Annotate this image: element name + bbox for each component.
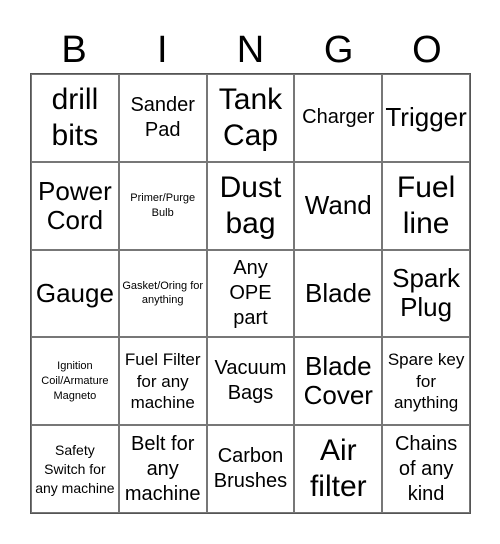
header-letter-o: O bbox=[412, 29, 442, 71]
bingo-cell[interactable]: Belt for any machine bbox=[118, 425, 207, 513]
bingo-cell[interactable]: Any OPE part bbox=[206, 249, 295, 338]
header-letter-b: B bbox=[61, 29, 87, 71]
bingo-cell[interactable]: Trigger bbox=[382, 74, 470, 162]
bingo-cell[interactable]: Power Cord bbox=[31, 161, 119, 250]
bingo-cell[interactable]: Spark Plug bbox=[382, 249, 470, 338]
bingo-cell[interactable]: Air filter bbox=[294, 425, 383, 513]
bingo-cell[interactable]: Blade Cover bbox=[294, 337, 383, 426]
bingo-cell[interactable]: Gauge bbox=[31, 249, 119, 338]
bingo-cell[interactable]: Sander Pad bbox=[118, 74, 207, 162]
bingo-cell[interactable]: Charger bbox=[294, 74, 383, 162]
bingo-grid: drill bits Sander Pad Tank Cap Charger T… bbox=[30, 73, 471, 514]
bingo-cell[interactable]: Fuel line bbox=[382, 161, 470, 250]
bingo-cell[interactable]: Safety Switch for any machine bbox=[31, 425, 119, 513]
bingo-cell[interactable]: Tank Cap bbox=[206, 74, 295, 162]
bingo-cell[interactable]: Vacuum Bags bbox=[206, 337, 295, 426]
bingo-cell[interactable]: Chains of any kind bbox=[382, 425, 470, 513]
bingo-cell[interactable]: Wand bbox=[294, 161, 383, 250]
header-letter-n: N bbox=[236, 29, 265, 71]
header-letter-i: I bbox=[157, 29, 168, 71]
bingo-cell[interactable]: Carbon Brushes bbox=[206, 425, 295, 513]
header-letter-g: G bbox=[323, 29, 354, 71]
bingo-cell[interactable]: Gasket/Oring for anything bbox=[118, 249, 207, 338]
bingo-cell[interactable]: Dust bag bbox=[206, 161, 295, 250]
bingo-header: B I N G O bbox=[30, 28, 471, 72]
bingo-cell[interactable]: drill bits bbox=[31, 74, 119, 162]
bingo-cell[interactable]: Fuel Filter for any machine bbox=[118, 337, 207, 426]
bingo-cell[interactable]: Spare key for anything bbox=[382, 337, 470, 426]
bingo-cell[interactable]: Blade bbox=[294, 249, 383, 338]
bingo-cell[interactable]: Ignition Coil/Armature Magneto bbox=[31, 337, 119, 426]
bingo-cell[interactable]: Primer/Purge Bulb bbox=[118, 161, 207, 250]
